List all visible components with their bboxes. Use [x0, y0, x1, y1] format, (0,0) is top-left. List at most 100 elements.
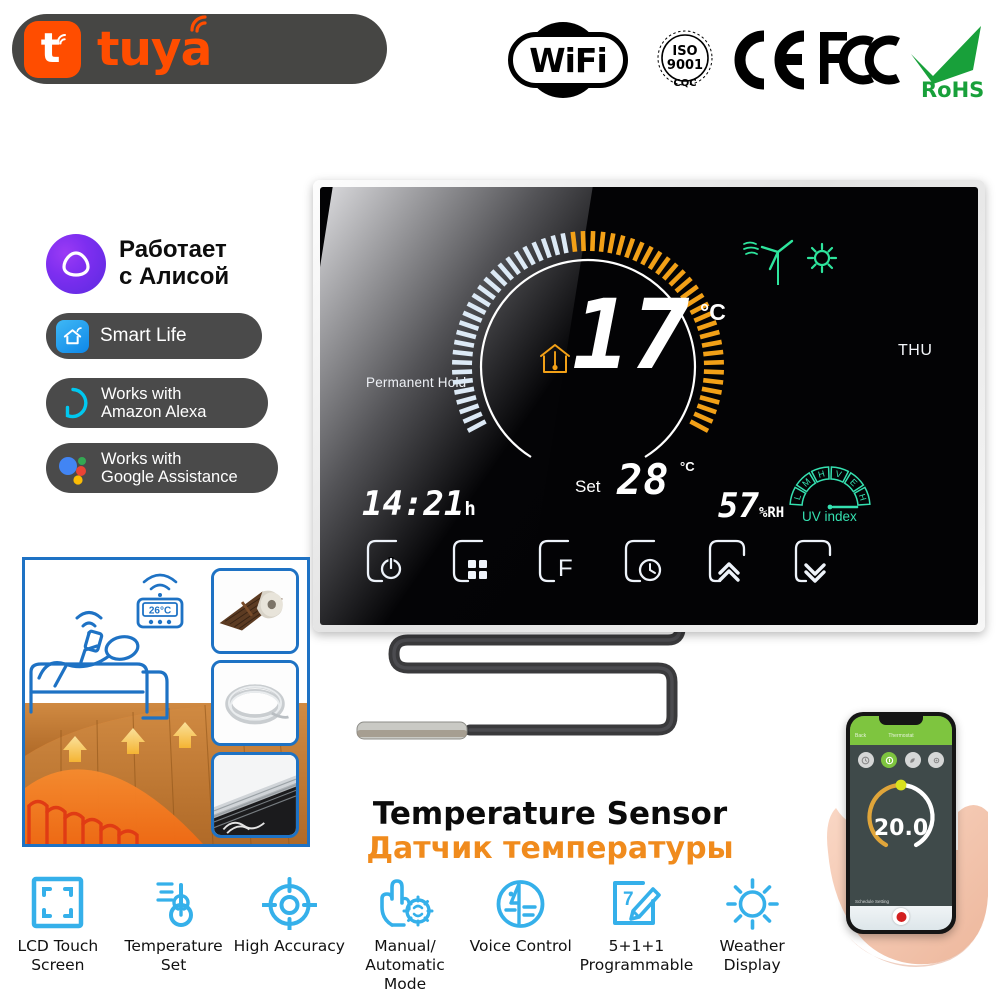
humidity-value: 57 — [718, 486, 759, 526]
target-crosshair-icon — [261, 872, 317, 930]
dial-tick — [505, 256, 521, 276]
day-of-week-label: THU — [898, 342, 933, 359]
feature-lcd-touch-screen: LCD Touch Screen — [0, 872, 116, 997]
feature-weather-label: Weather Display — [720, 937, 785, 975]
floor-heating-illustration: 26°C — [22, 557, 310, 847]
uv-segment-label: L — [792, 493, 803, 501]
phone-mode-settings[interactable] — [928, 752, 945, 768]
dial-tick — [483, 276, 502, 294]
tuya-brand-badge: t tuya — [12, 14, 387, 84]
fcc-badge — [820, 32, 900, 85]
touch-button-row: F — [362, 537, 882, 599]
dial-tick — [696, 403, 718, 415]
dial-tick — [689, 419, 710, 433]
phone-mode-manual[interactable] — [881, 752, 898, 768]
mini-thermostat-icon: 26°C — [136, 573, 184, 629]
dial-tick — [531, 241, 544, 262]
phone-mode-eco[interactable] — [904, 752, 921, 768]
feature-weather-display: Weather Display — [694, 872, 810, 997]
dial-tick — [455, 329, 477, 340]
sun-icon — [806, 242, 838, 274]
dial-tick — [598, 231, 606, 252]
google-assistant-dots-icon — [59, 457, 86, 485]
dial-tick — [632, 241, 645, 262]
iso-number: 9001 — [667, 58, 703, 73]
dial-tick — [452, 377, 474, 385]
alice-line2: с Алисой — [119, 263, 230, 290]
feature-accuracy-line1: High Accuracy — [233, 937, 345, 955]
clock-icon — [638, 558, 662, 582]
dial-tick — [453, 386, 475, 395]
dial-tick — [624, 237, 636, 259]
hand-tap-gear-icon — [374, 872, 436, 930]
phone-app-screen[interactable]: Back Thermostat 20.0 Schedule Setting — [850, 716, 952, 930]
uv-index-label: UV index — [802, 509, 857, 524]
dial-tick — [607, 232, 616, 254]
mini-wifi-icon — [142, 573, 178, 597]
feature-program-label: 5+1+1 Programmable — [580, 937, 694, 975]
wifi-badge-ellipse: WiFi — [508, 32, 628, 88]
dial-tick — [540, 237, 552, 259]
sensor-title-russian: Датчик температуры — [366, 831, 734, 866]
dial-tick — [471, 292, 491, 308]
feature-temperature-set: Temperature Set — [116, 872, 232, 997]
mini-thermostat-temp: 26°C — [149, 606, 171, 617]
google-assistance-badge: Works with Google Assistance — [46, 443, 278, 493]
clock-unit: h — [464, 498, 476, 520]
dial-tick — [462, 310, 483, 323]
set-temperature-unit: °C — [680, 459, 695, 474]
carbon-film-roll-thumbnail — [211, 568, 299, 654]
dial-tick — [699, 329, 721, 340]
iso-9001-badge: ISO 9001 CQC — [657, 30, 713, 89]
alexa-line2: Amazon Alexa — [101, 403, 207, 421]
function-button[interactable]: F — [534, 537, 582, 589]
uv-gauge-segments: LMH VEH — [789, 466, 871, 506]
phone-mode-auto[interactable] — [857, 752, 874, 768]
rohs-checkmark-icon — [911, 26, 981, 84]
mode-button[interactable] — [448, 537, 496, 589]
feature-voice-line1: Voice Control — [469, 937, 572, 955]
dial-tick — [497, 262, 515, 281]
feature-weather-line2: Display — [723, 955, 781, 974]
temp-down-button[interactable] — [792, 537, 840, 589]
voice-profile-icon — [493, 872, 548, 930]
power-button[interactable] — [362, 537, 410, 589]
uv-segment-label: H — [817, 468, 826, 479]
google-line2: Google Assistance — [101, 468, 238, 486]
dial-tick — [452, 359, 473, 366]
grid-squares-icon — [468, 560, 487, 579]
temp-up-button[interactable] — [706, 537, 754, 589]
wifi-badge: WiFi — [508, 22, 628, 98]
phone-record-button[interactable] — [892, 908, 910, 925]
dial-tick — [615, 235, 626, 256]
feature-lcd-line2: Screen — [31, 955, 85, 974]
house-thermometer-icon — [540, 344, 570, 373]
feature-weather-line1: Weather — [719, 937, 785, 955]
feature-lcd-line1: LCD Touch — [17, 937, 99, 955]
weather-icons-group — [743, 239, 838, 285]
dial-tick — [550, 235, 561, 256]
humidity-unit: %RH — [758, 505, 785, 521]
current-temperature-value: 17 — [572, 279, 692, 391]
dial-tick — [590, 231, 596, 252]
feature-manual-automatic-mode: Manual/ Automatic Mode — [347, 872, 463, 997]
phone-notch — [879, 716, 923, 725]
rohs-label: RoHS — [921, 78, 985, 102]
clock-display: 14:21h — [362, 487, 476, 521]
dial-tick — [647, 250, 663, 271]
phone-schedule-label[interactable]: Schedule Setting — [855, 899, 889, 904]
chevron-down-icon — [804, 563, 826, 583]
phone-mode-buttons — [850, 750, 952, 770]
timer-button[interactable] — [620, 537, 668, 589]
feature-voice-control: Voice Control — [463, 872, 579, 997]
crop-frame-icon — [30, 872, 85, 930]
dial-tick — [456, 395, 477, 405]
ce-badge — [734, 30, 805, 90]
feature-high-accuracy: High Accuracy — [231, 872, 347, 997]
certification-badges: WiFi ISO 9001 CQC RoHS — [500, 14, 990, 104]
thermostat-lcd-screen[interactable]: Permanent Hold THU 17 °C Set 28 °C 14:21… — [320, 187, 978, 625]
current-temperature-unit: °C — [700, 299, 726, 325]
dial-tick — [458, 320, 480, 332]
feature-lcd-label: LCD Touch Screen — [17, 937, 98, 975]
heating-mat-thumbnail — [211, 752, 299, 838]
